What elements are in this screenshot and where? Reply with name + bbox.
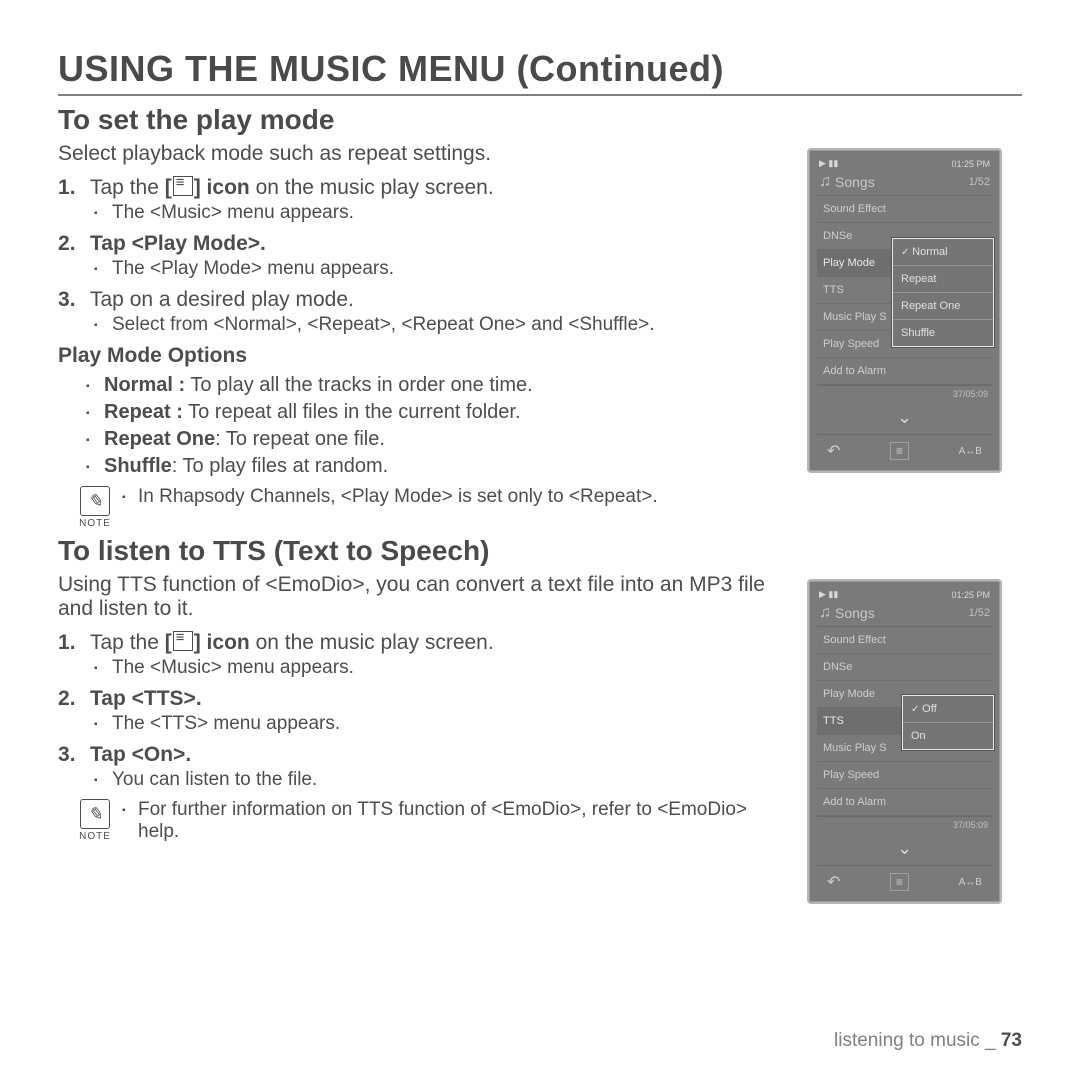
popup-tts: Off On	[902, 695, 994, 750]
note-text: For further information on TTS function …	[122, 799, 789, 843]
step: Tap on a desired play mode. Select from …	[58, 288, 789, 336]
popup-play-mode: Normal Repeat Repeat One Shuffle	[892, 238, 994, 347]
opt-repeat-one: Repeat One: To repeat one file.	[86, 428, 789, 451]
step: Tap the [] icon on the music play screen…	[58, 631, 789, 679]
section2-figure: ▶ ▮▮01:25 PM ♫Songs1/52 Sound Effect DNS…	[807, 573, 1022, 904]
chevron-down-icon: ⌄	[817, 832, 992, 865]
menu-icon: ≡	[890, 873, 909, 891]
sub-item: The <Music> menu appears.	[94, 657, 789, 679]
sub-item: The <Music> menu appears.	[94, 202, 789, 224]
step-text: Tap <Play Mode>.	[90, 232, 266, 255]
menu-item: Sound Effect	[817, 196, 992, 223]
menu-list: Sound Effect DNSe Play Mode TTS Music Pl…	[817, 196, 992, 385]
back-icon: ↶	[827, 441, 840, 461]
note-row: ✎ NOTE In Rhapsody Channels, <Play Mode>…	[78, 486, 789, 529]
status-bar: ▶ ▮▮01:25 PM	[817, 589, 992, 602]
popup-item: Shuffle	[893, 320, 993, 346]
device-mock-1: ▶ ▮▮01:25 PM ♫Songs1/52 Sound Effect DNS…	[807, 148, 1002, 473]
step: Tap the [] icon on the music play screen…	[58, 176, 789, 224]
step-text: Tap on a desired play mode.	[90, 288, 354, 311]
section1-figure: ▶ ▮▮01:25 PM ♫Songs1/52 Sound Effect DNS…	[807, 142, 1022, 531]
popup-item: Repeat One	[893, 293, 993, 320]
sub-item: The <TTS> menu appears.	[94, 713, 789, 735]
page-footer: listening to music _ 73	[834, 1030, 1022, 1052]
device-mock-2: ▶ ▮▮01:25 PM ♫Songs1/52 Sound Effect DNS…	[807, 579, 1002, 904]
section2-text: Using TTS function of <EmoDio>, you can …	[58, 573, 789, 904]
menu-icon	[173, 176, 193, 196]
menu-icon	[173, 631, 193, 651]
section2-steps: Tap the [] icon on the music play screen…	[58, 631, 789, 791]
step-text: Tap <TTS>.	[90, 687, 202, 710]
popup-item: On	[903, 723, 993, 749]
menu-icon: ≡	[890, 442, 909, 460]
manual-page: USING THE MUSIC MENU (Continued) To set …	[0, 0, 1080, 1080]
status-bar: ▶ ▮▮01:25 PM	[817, 158, 992, 171]
step-text: Tap the [] icon on the music play screen…	[90, 631, 494, 654]
section-heading-play-mode: To set the play mode	[58, 104, 1022, 136]
track-bar: 37/05:09	[817, 816, 992, 832]
popup-item: Normal	[893, 239, 993, 266]
section-heading-tts: To listen to TTS (Text to Speech)	[58, 535, 1022, 567]
step-text: Tap <On>.	[90, 743, 191, 766]
menu-item: Sound Effect	[817, 627, 992, 654]
opt-repeat: Repeat : To repeat all files in the curr…	[86, 401, 789, 424]
play-mode-options: Normal : To play all the tracks in order…	[58, 374, 789, 478]
chevron-down-icon: ⌄	[817, 401, 992, 434]
track-bar: 37/05:09	[817, 385, 992, 401]
step: Tap <Play Mode>. The <Play Mode> menu ap…	[58, 232, 789, 280]
opt-shuffle: Shuffle: To play files at random.	[86, 455, 789, 478]
title-bar: ♫Songs1/52	[817, 602, 992, 627]
note-row: ✎ NOTE For further information on TTS fu…	[78, 799, 789, 843]
section2-columns: Using TTS function of <EmoDio>, you can …	[58, 573, 1022, 904]
menu-item: Play Speed	[817, 762, 992, 789]
section1-intro: Select playback mode such as repeat sett…	[58, 142, 789, 166]
play-mode-options-heading: Play Mode Options	[58, 344, 789, 368]
note-icon: ✎ NOTE	[78, 486, 112, 529]
back-icon: ↶	[827, 872, 840, 892]
step: Tap <TTS>. The <TTS> menu appears.	[58, 687, 789, 735]
sub-item: Select from <Normal>, <Repeat>, <Repeat …	[94, 314, 789, 336]
title-bar: ♫Songs1/52	[817, 171, 992, 196]
sub-item: You can listen to the file.	[94, 769, 789, 791]
popup-item: Off	[903, 696, 993, 723]
menu-item: DNSe	[817, 654, 992, 681]
music-icon: ♫	[819, 604, 831, 622]
section2-intro: Using TTS function of <EmoDio>, you can …	[58, 573, 789, 621]
section1-columns: Select playback mode such as repeat sett…	[58, 142, 1022, 531]
section1-steps: Tap the [] icon on the music play screen…	[58, 176, 789, 336]
menu-item: Add to Alarm	[817, 358, 992, 385]
step: Tap <On>. You can listen to the file.	[58, 743, 789, 791]
step-text: Tap the [] icon on the music play screen…	[90, 176, 494, 199]
note-icon: ✎ NOTE	[78, 799, 112, 842]
popup-item: Repeat	[893, 266, 993, 293]
sub-item: The <Play Mode> menu appears.	[94, 258, 789, 280]
menu-item: Add to Alarm	[817, 789, 992, 816]
opt-normal: Normal : To play all the tracks in order…	[86, 374, 789, 397]
note-text: In Rhapsody Channels, <Play Mode> is set…	[122, 486, 789, 508]
rule	[58, 94, 1022, 96]
bottom-bar: ↶ ≡ A↔B	[817, 434, 992, 463]
bottom-bar: ↶ ≡ A↔B	[817, 865, 992, 894]
page-title: USING THE MUSIC MENU (Continued)	[58, 48, 1022, 90]
ab-icon: A↔B	[959, 877, 982, 888]
section1-text: Select playback mode such as repeat sett…	[58, 142, 789, 531]
menu-list: Sound Effect DNSe Play Mode TTS Music Pl…	[817, 627, 992, 816]
music-icon: ♫	[819, 173, 831, 191]
ab-icon: A↔B	[959, 446, 982, 457]
